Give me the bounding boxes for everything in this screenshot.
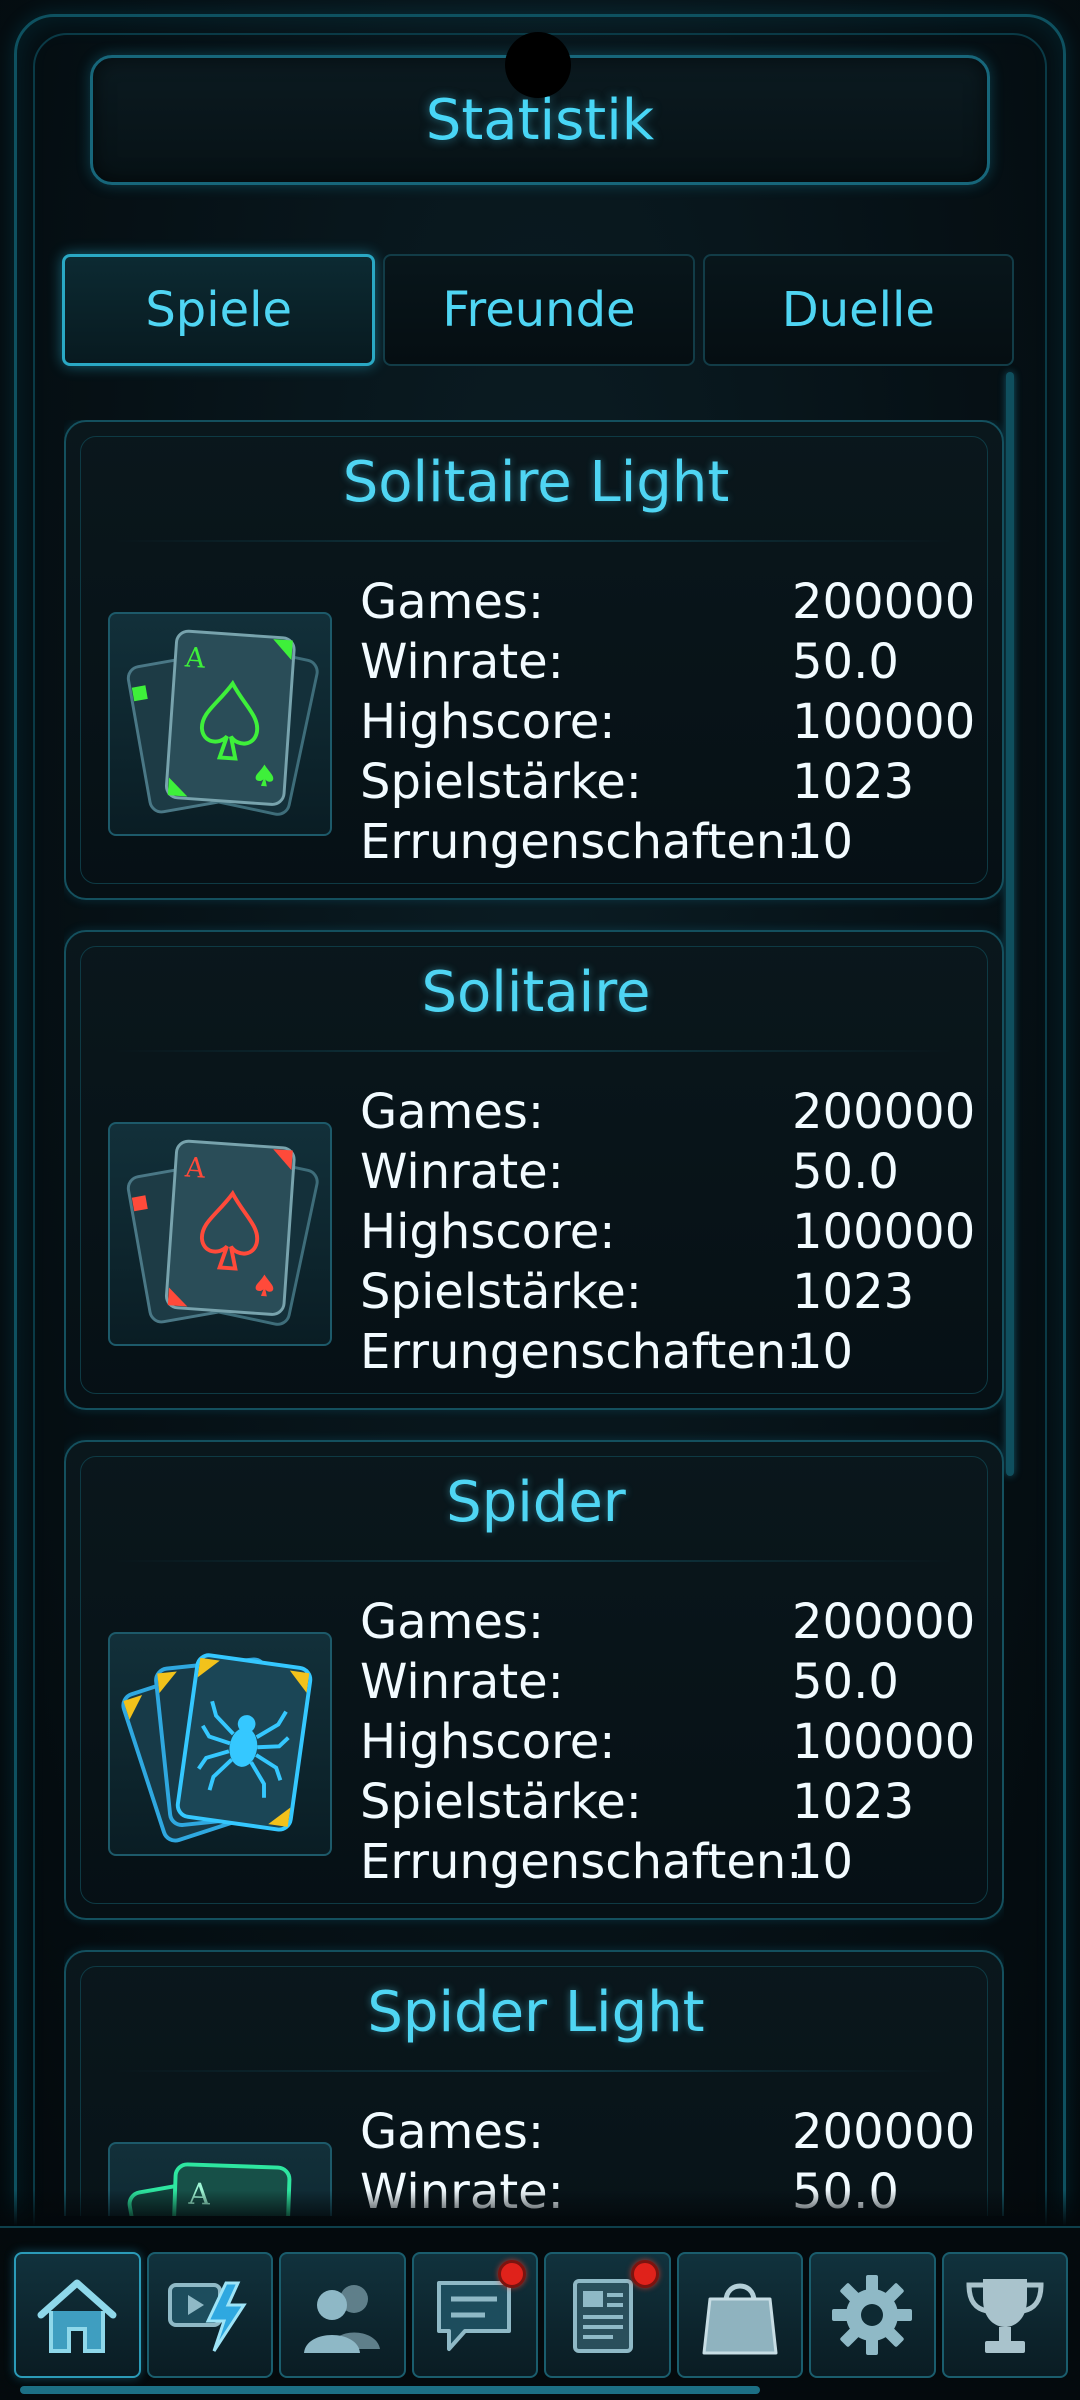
camera-notch bbox=[505, 32, 571, 98]
stat-value: 100000 bbox=[792, 694, 976, 750]
stat-label: Highscore: bbox=[360, 1204, 616, 1260]
stat-value: 1023 bbox=[792, 1774, 915, 1830]
game-title: Spider Light bbox=[367, 1980, 705, 2045]
stat-winrate: Winrate: 50.0 bbox=[360, 1652, 980, 1712]
stat-label: Errungenschaften: bbox=[360, 814, 803, 870]
stat-value: 1023 bbox=[792, 1264, 915, 1320]
nav-videos[interactable] bbox=[146, 2252, 273, 2378]
scrollbar[interactable] bbox=[1006, 372, 1014, 1476]
stat-winrate: Winrate: 50.0 bbox=[360, 632, 980, 692]
stat-value: 200000 bbox=[792, 2104, 976, 2160]
divider bbox=[116, 1050, 952, 1052]
nav-trophies[interactable] bbox=[941, 2252, 1068, 2378]
game-card-solitaire-light[interactable]: Solitaire Light A Games: 200000 Winrate:… bbox=[64, 420, 1004, 900]
stat-value: 10 bbox=[792, 1324, 854, 1380]
tab-spiele-label: Spiele bbox=[145, 282, 292, 338]
home-indicator[interactable] bbox=[20, 2386, 760, 2394]
notification-badge bbox=[498, 2260, 526, 2288]
stat-label: Games: bbox=[360, 1084, 545, 1140]
stats-table: Games: 200000 Winrate: 50.0 Highscore: 1000… bbox=[360, 1592, 980, 1892]
spider-cards-icon bbox=[108, 1632, 332, 1856]
nav-home[interactable] bbox=[14, 2252, 141, 2378]
stat-value: 50.0 bbox=[792, 1654, 899, 1710]
stat-highscore: Highscore: 100000 bbox=[360, 1202, 980, 1262]
shop-bag-icon bbox=[702, 2283, 778, 2355]
stat-value: 200000 bbox=[792, 1084, 976, 1140]
tab-bar: Spiele Freunde Duelle bbox=[62, 254, 1014, 366]
stat-value: 50.0 bbox=[792, 634, 899, 690]
stat-label: Highscore: bbox=[360, 1714, 616, 1770]
stats-table: Games: 200000 Winrate: 50.0 Highscore: 1000… bbox=[360, 572, 980, 872]
stat-strength: Spielstärke: 1023 bbox=[360, 1772, 980, 1832]
stat-label: Errungenschaften: bbox=[360, 1324, 803, 1380]
video-flash-icon bbox=[167, 2281, 247, 2352]
list-fade bbox=[0, 2190, 1080, 2226]
stat-label: Highscore: bbox=[360, 694, 616, 750]
svg-text:A: A bbox=[183, 1151, 207, 1184]
stat-highscore: Highscore: 100000 bbox=[360, 1712, 980, 1772]
trophy-icon bbox=[966, 2279, 1044, 2353]
stat-value: 100000 bbox=[792, 1714, 976, 1770]
home-icon bbox=[37, 2279, 117, 2353]
game-stats-list[interactable]: Solitaire Light A Games: 200000 Winrate:… bbox=[64, 420, 1004, 2216]
nav-friends[interactable] bbox=[279, 2252, 406, 2378]
stat-value: 200000 bbox=[792, 1594, 976, 1650]
stat-achievements: Errungenschaften: 10 bbox=[360, 1322, 980, 1382]
stat-label: Games: bbox=[360, 574, 545, 630]
stats-table: Games: 200000 Winrate: 50.0 Highscore: 1000… bbox=[360, 1082, 980, 1382]
stat-games: Games: 200000 bbox=[360, 1592, 980, 1652]
game-card-spider-light[interactable]: Spider Light A Games:200000 Winrate:50.0 bbox=[64, 1950, 1004, 2216]
nav-messages[interactable] bbox=[411, 2252, 538, 2378]
nav-shop[interactable] bbox=[676, 2252, 803, 2378]
stat-achievements: Errungenschaften: 10 bbox=[360, 1832, 980, 1892]
tab-freunde-label: Freunde bbox=[442, 282, 636, 338]
stat-games: Games: 200000 bbox=[360, 572, 980, 632]
stat-strength: Spielstärke: 1023 bbox=[360, 1262, 980, 1322]
stat-label: Winrate: bbox=[360, 1144, 564, 1200]
stat-value: 1023 bbox=[792, 754, 915, 810]
stat-label: Winrate: bbox=[360, 1654, 564, 1710]
tab-spiele[interactable]: Spiele bbox=[62, 254, 376, 366]
ace-of-spades-green-icon: A bbox=[108, 612, 332, 836]
stat-strength: Spielstärke: 1023 bbox=[360, 752, 980, 812]
game-card-solitaire[interactable]: Solitaire A Games: 200000 Winrate: 50.0 … bbox=[64, 930, 1004, 1410]
game-card-spider[interactable]: Spider Games: 200000 Winrate: 50.0 Highs… bbox=[64, 1440, 1004, 1920]
stat-winrate: Winrate: 50.0 bbox=[360, 1142, 980, 1202]
stat-games: Games: 200000 bbox=[360, 2102, 980, 2162]
stat-label: Games: bbox=[360, 2104, 545, 2160]
stat-label: Spielstärke: bbox=[360, 1264, 642, 1320]
game-title: Solitaire Light bbox=[342, 450, 730, 515]
stat-achievements: Errungenschaften: 10 bbox=[360, 812, 980, 872]
game-title: Spider bbox=[446, 1470, 626, 1535]
stat-label: Winrate: bbox=[360, 634, 564, 690]
stat-value: 10 bbox=[792, 1834, 854, 1890]
stat-value: 50.0 bbox=[792, 1144, 899, 1200]
nav-news[interactable] bbox=[544, 2252, 671, 2378]
stat-label: Spielstärke: bbox=[360, 1774, 642, 1830]
stat-label: Spielstärke: bbox=[360, 754, 642, 810]
stat-games: Games: 200000 bbox=[360, 1082, 980, 1142]
divider bbox=[116, 540, 952, 542]
stat-label: Games: bbox=[360, 1594, 545, 1650]
stat-value: 100000 bbox=[792, 1204, 976, 1260]
tab-freunde[interactable]: Freunde bbox=[383, 254, 695, 366]
stat-value: 10 bbox=[792, 814, 854, 870]
divider bbox=[116, 1560, 952, 1562]
svg-text:A: A bbox=[183, 641, 207, 674]
nav-settings[interactable] bbox=[809, 2252, 936, 2378]
stat-label: Errungenschaften: bbox=[360, 1834, 803, 1890]
divider bbox=[116, 2070, 952, 2072]
stat-highscore: Highscore: 100000 bbox=[360, 692, 980, 752]
game-title: Solitaire bbox=[421, 960, 651, 1025]
friends-icon bbox=[304, 2285, 381, 2353]
bottom-navigation bbox=[0, 2226, 1080, 2400]
tab-duelle-label: Duelle bbox=[781, 282, 935, 338]
stat-value: 200000 bbox=[792, 574, 976, 630]
notification-badge bbox=[630, 2260, 659, 2288]
settings-gear-icon bbox=[832, 2275, 913, 2355]
tab-duelle[interactable]: Duelle bbox=[702, 254, 1014, 366]
ace-of-spades-red-icon: A bbox=[108, 1122, 332, 1346]
